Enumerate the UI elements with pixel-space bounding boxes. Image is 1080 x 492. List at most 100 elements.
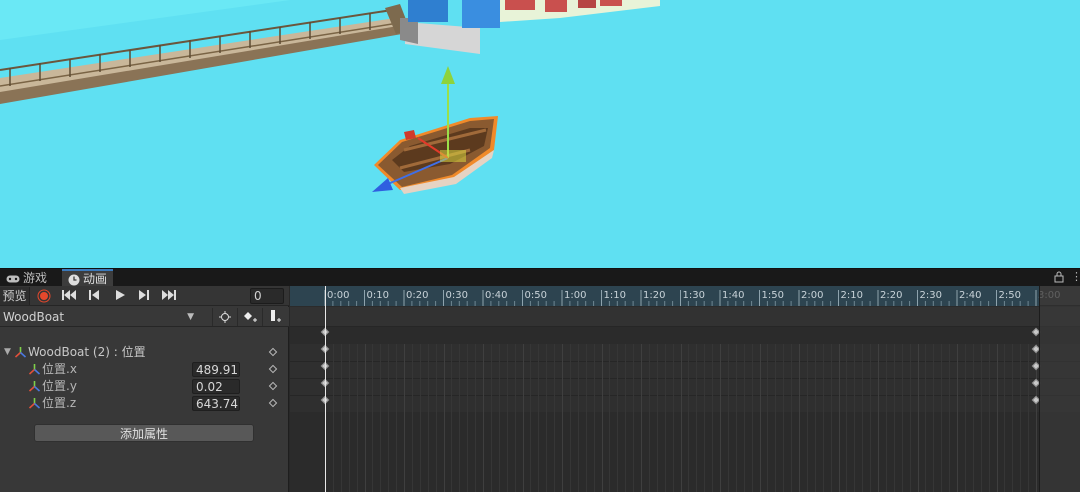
grid-line [712, 344, 714, 492]
grid-line [783, 344, 785, 492]
add-keyframe-icon [243, 312, 257, 322]
grid-line [846, 344, 848, 492]
time-ruler[interactable]: 0:00 0:10 0:20 0:30 0:40 0:50 1:00 1:10 1:20 1:30… [290, 286, 1080, 306]
grid-line [988, 344, 990, 492]
frame-input[interactable]: 0 [250, 288, 284, 304]
grid-line [996, 344, 998, 492]
grid-line [862, 344, 864, 492]
grid-line [332, 344, 334, 492]
property-value-input[interactable]: 489.91 [192, 362, 240, 377]
grid-line [617, 344, 619, 492]
property-panel: 预览 0 WoodBoat ▼ ▼ WoodBoat (2): 位置 位置.x… [0, 286, 289, 492]
property-row-x[interactable]: 位置.x 489.91 [0, 361, 289, 378]
property-row-y[interactable]: 位置.y 0.02 [0, 378, 289, 395]
next-key-button[interactable] [134, 287, 154, 305]
tick-label: 1:20 [643, 290, 666, 301]
track-divider [290, 395, 1080, 396]
grid-line [372, 344, 374, 492]
add-event-button[interactable] [262, 308, 286, 326]
grid-line [593, 344, 595, 492]
grid-line [917, 344, 919, 492]
property-tracks[interactable] [290, 344, 1080, 412]
grid-line [885, 344, 887, 492]
grid-line [838, 344, 840, 492]
step-forward-icon [139, 290, 149, 300]
preview-button[interactable]: 预览 [0, 287, 30, 305]
grid-line [475, 344, 477, 492]
grid-line [562, 344, 563, 492]
grid-line [680, 344, 682, 492]
step-back-icon [89, 290, 99, 300]
tab-game[interactable]: 游戏 [0, 269, 53, 287]
grid-line [878, 344, 879, 492]
tab-game-label: 游戏 [23, 271, 48, 285]
track-divider [290, 378, 1080, 379]
grid-line [751, 344, 753, 492]
grid-line [775, 344, 777, 492]
dopesheet[interactable]: 0:00 0:10 0:20 0:30 0:40 0:50 1:00 1:10 1:20 1:30… [290, 286, 1080, 492]
grid-line [609, 344, 611, 492]
grid-line [743, 344, 745, 492]
tick-label: 1:40 [722, 290, 745, 301]
grid-line [949, 344, 951, 492]
tick-label: 0:20 [406, 290, 429, 301]
tab-animation-label: 动画 [83, 272, 108, 286]
track-divider [290, 361, 1080, 362]
prev-key-button[interactable] [84, 287, 104, 305]
property-value-input[interactable]: 643.74 [192, 396, 240, 411]
add-event-icon [270, 310, 281, 322]
grid-line [522, 344, 524, 492]
property-value-input[interactable]: 0.02 [192, 379, 240, 394]
kebab-menu-icon[interactable]: ⋮ [1071, 271, 1080, 285]
add-keyframe-button[interactable] [237, 308, 261, 326]
keyframe-toggle-icon[interactable] [268, 381, 278, 391]
scene-render [0, 0, 660, 194]
lock-icon[interactable] [1054, 271, 1064, 283]
grid-line [585, 344, 587, 492]
panel-tab-bar: 游戏 动画 ⋮ [0, 268, 1080, 287]
keyframe-toggle-icon[interactable] [268, 347, 278, 357]
first-key-button[interactable] [58, 287, 80, 305]
grid-line [854, 344, 856, 492]
grid-line [972, 344, 974, 492]
keyframe-toggle-icon[interactable] [268, 398, 278, 408]
grid-line [443, 344, 445, 492]
transform-axes-icon [29, 381, 40, 392]
filter-keyframes-button[interactable] [212, 308, 236, 326]
last-key-button[interactable] [158, 287, 180, 305]
scene-viewport[interactable] [0, 0, 1080, 268]
add-property-button[interactable]: 添加属性 [34, 424, 254, 442]
grid-line [340, 344, 342, 492]
grid-line [348, 344, 350, 492]
grid-line [830, 344, 832, 492]
property-label: 位置.y [42, 379, 77, 393]
tick-label: 0:10 [366, 290, 389, 301]
tick-label: 1:50 [761, 290, 784, 301]
expand-arrow-icon[interactable]: ▼ [4, 344, 11, 361]
grid-line [964, 344, 966, 492]
grid-line [1020, 344, 1022, 492]
grid-line [601, 344, 603, 492]
grid-line [822, 344, 824, 492]
tick-label: 2:50 [998, 290, 1021, 301]
crosshair-icon [218, 311, 231, 323]
grid-line [411, 344, 413, 492]
property-row-z[interactable]: 位置.z 643.74 [0, 395, 289, 412]
summary-track[interactable] [290, 307, 1080, 327]
grid-line [419, 344, 421, 492]
play-button[interactable] [110, 287, 130, 305]
grid-line [720, 344, 721, 492]
clip-dropdown[interactable]: WoodBoat ▼ [0, 307, 198, 327]
playhead[interactable] [325, 286, 326, 492]
grid-line [498, 344, 500, 492]
keyframe-toggle-icon[interactable] [268, 364, 278, 374]
record-button[interactable] [34, 287, 54, 305]
grid-line [909, 344, 911, 492]
grid-line [696, 344, 698, 492]
tick-label: 2:40 [959, 290, 982, 301]
tick-label: 1:10 [603, 290, 626, 301]
property-group-label: WoodBoat (2) : 位置 [28, 345, 146, 359]
property-group-row[interactable]: ▼ WoodBoat (2) : 位置 [0, 344, 289, 361]
tab-animation[interactable]: 动画 [62, 269, 114, 287]
tick-label: 2:10 [840, 290, 863, 301]
